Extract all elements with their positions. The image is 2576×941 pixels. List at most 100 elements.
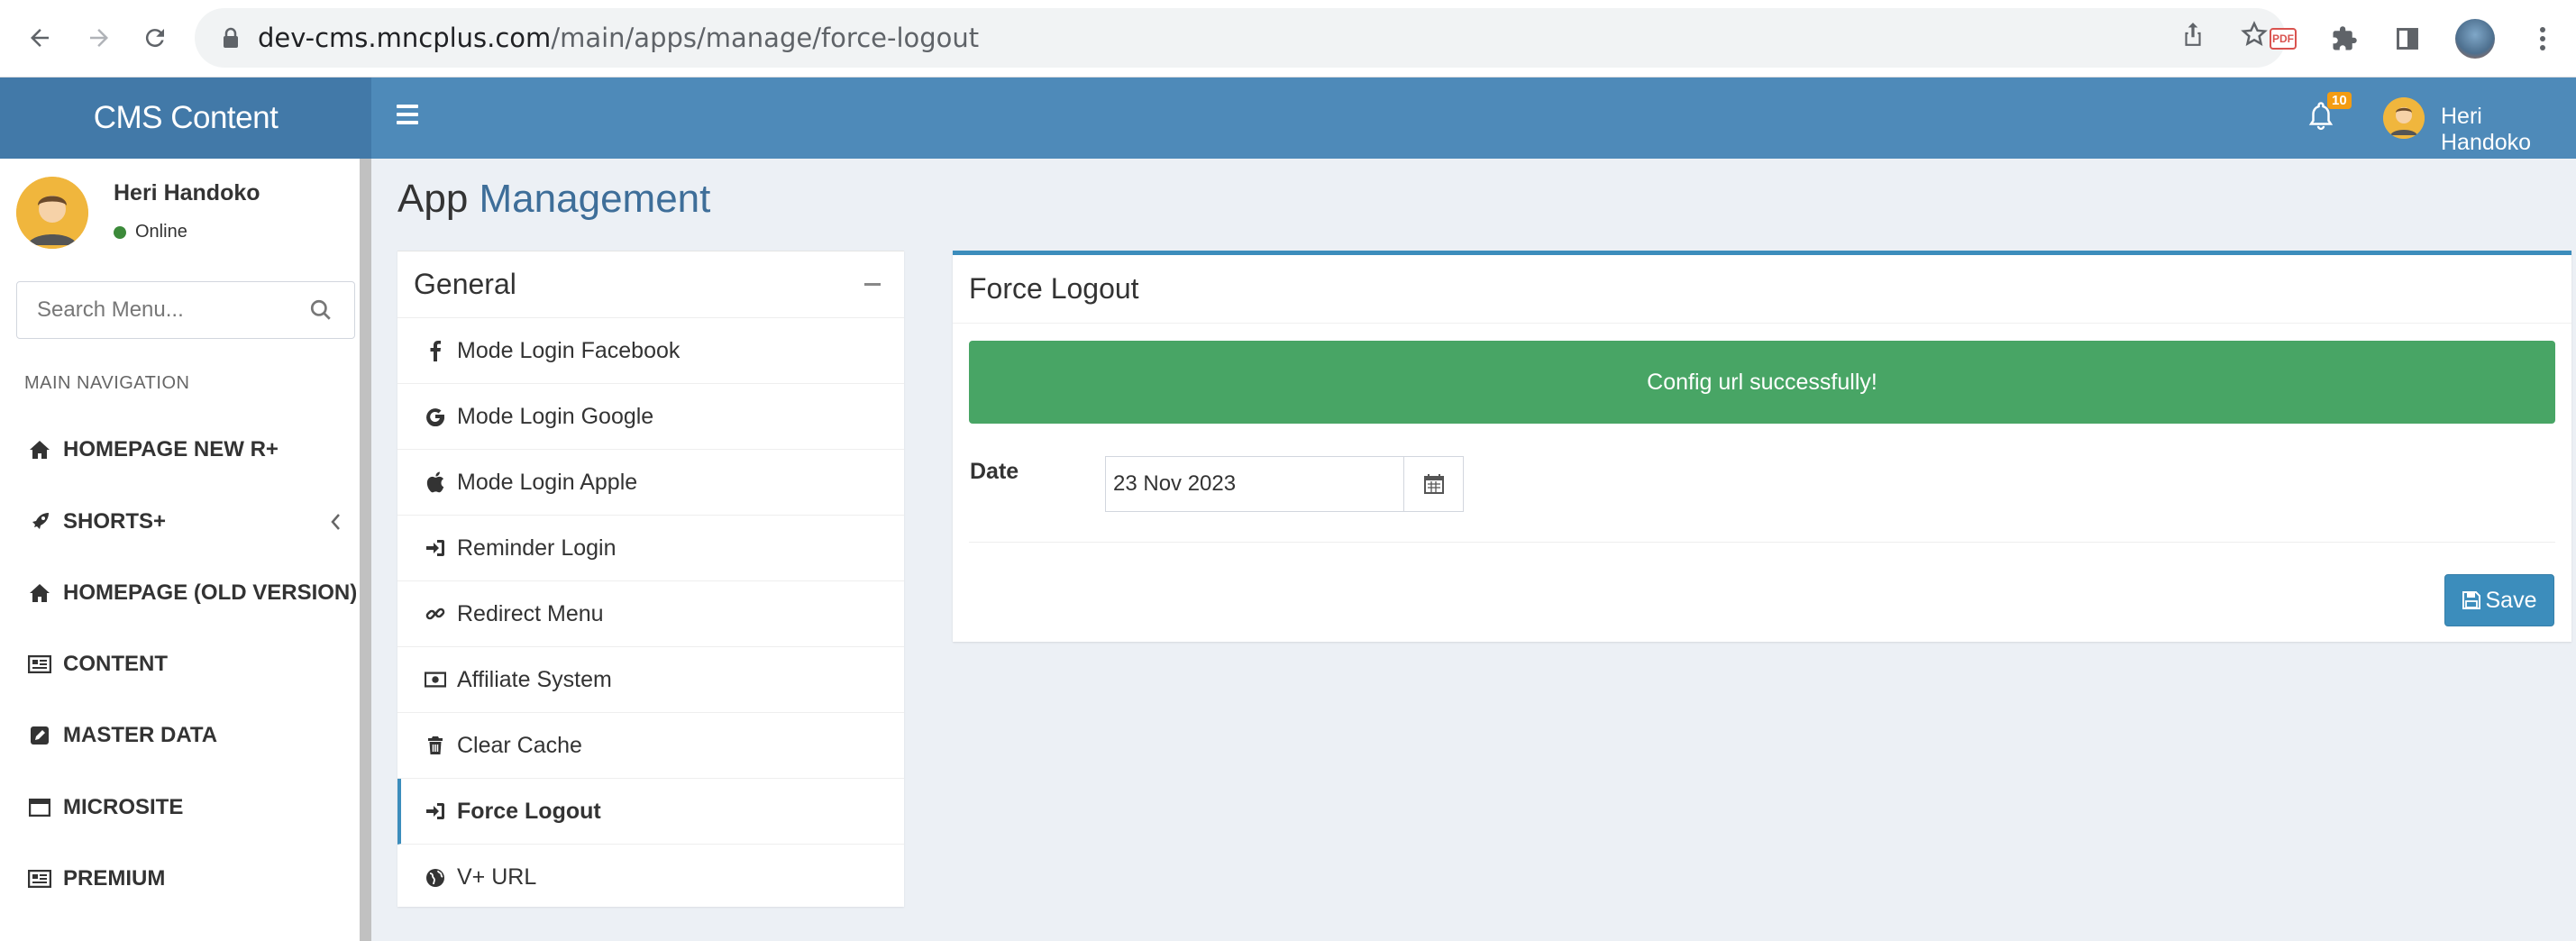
google-icon — [425, 406, 446, 427]
link-icon — [425, 603, 446, 625]
sidebar-scrollbar[interactable] — [360, 159, 371, 941]
money-icon — [425, 669, 446, 690]
reload-button[interactable] — [133, 16, 177, 59]
menu-item-label: Affiliate System — [457, 666, 612, 692]
more-vert-icon[interactable] — [2527, 23, 2558, 54]
notification-badge: 10 — [2327, 92, 2352, 109]
calendar-icon[interactable] — [1403, 457, 1463, 511]
menu-item-mode-login-google[interactable]: Mode Login Google — [397, 384, 904, 450]
menu-toggle-icon[interactable] — [397, 105, 418, 124]
sidebar-item-master-data[interactable]: MASTER DATA — [0, 708, 359, 763]
home-icon — [27, 437, 52, 462]
sidebar: Heri Handoko Online MAIN NAVIGATION HOME… — [0, 159, 371, 941]
forward-button[interactable] — [78, 16, 121, 59]
user-status: Online — [114, 222, 187, 242]
sidebar-item-homepage-new[interactable]: HOMEPAGE NEW R+ — [0, 423, 359, 477]
avatar[interactable] — [2383, 97, 2425, 139]
menu-item-vplus-url[interactable]: V+ URL — [397, 845, 904, 910]
menu-item-affiliate-system[interactable]: Affiliate System — [397, 647, 904, 713]
sidebar-item-label: HOMEPAGE (OLD VERSION) — [63, 580, 358, 605]
force-logout-box: Force Logout Config url successfully! Da… — [953, 251, 2571, 642]
chevron-left-icon — [330, 509, 341, 537]
avatar — [16, 177, 88, 249]
online-status-icon — [114, 225, 126, 239]
rocket-icon — [27, 509, 52, 534]
apple-icon — [425, 471, 446, 493]
newspaper-icon — [27, 652, 52, 677]
edit-icon — [27, 723, 52, 748]
save-label: Save — [2485, 587, 2537, 613]
address-bar[interactable]: dev-cms.mncplus.com/main/apps/manage/for… — [195, 8, 2286, 68]
box-title: Force Logout — [969, 272, 1139, 305]
sidebar-item-label: CONTENT — [63, 652, 168, 676]
browser-toolbar: dev-cms.mncplus.com/main/apps/manage/for… — [0, 0, 2576, 78]
date-input-group — [1105, 456, 1464, 512]
facebook-icon — [425, 340, 446, 361]
window-icon — [27, 795, 52, 820]
lock-icon — [218, 25, 243, 50]
sidebar-item-label: HOMEPAGE NEW R+ — [63, 437, 279, 461]
menu-item-mode-login-apple[interactable]: Mode Login Apple — [397, 450, 904, 516]
menu-item-reminder-login[interactable]: Reminder Login — [397, 516, 904, 581]
floppy-icon — [2462, 591, 2480, 609]
box-title: General — [414, 268, 516, 300]
reload-icon — [145, 29, 164, 48]
search-input[interactable] — [17, 297, 288, 323]
menu-item-mode-login-facebook[interactable]: Mode Login Facebook — [397, 318, 904, 384]
side-panel-icon[interactable] — [2392, 23, 2423, 54]
menu-item-label: Mode Login Facebook — [457, 337, 681, 363]
home-icon — [27, 580, 52, 606]
save-button[interactable]: Save — [2444, 574, 2554, 626]
back-button[interactable] — [18, 16, 61, 59]
menu-item-label: Clear Cache — [457, 732, 582, 758]
sign-in-icon — [425, 537, 446, 559]
menu-item-redirect-menu[interactable]: Redirect Menu — [397, 581, 904, 647]
puzzle-extension-icon[interactable] — [2329, 23, 2360, 54]
menu-item-label: Redirect Menu — [457, 600, 604, 626]
url-text: dev-cms.mncplus.com/main/apps/manage/for… — [258, 23, 980, 53]
sidebar-user-name: Heri Handoko — [114, 180, 260, 206]
divider — [969, 542, 2555, 543]
collapse-minus-icon[interactable] — [864, 283, 881, 286]
status-text: Online — [135, 222, 187, 242]
sign-out-icon — [425, 800, 446, 822]
success-alert: Config url successfully! — [969, 341, 2555, 424]
sidebar-item-label: MICROSITE — [63, 795, 184, 819]
menu-item-label: Force Logout — [457, 798, 601, 824]
sidebar-item-premium[interactable]: PREMIUM — [0, 852, 359, 906]
page-subtitle: Management — [479, 177, 711, 221]
menu-item-force-logout[interactable]: Force Logout — [397, 779, 904, 845]
arrow-left-icon — [31, 29, 49, 47]
sidebar-item-label: SHORTS+ — [63, 509, 167, 534]
bookmark-star-icon[interactable] — [2241, 21, 2268, 55]
menu-item-clear-cache[interactable]: Clear Cache — [397, 713, 904, 779]
sidebar-item-shorts[interactable]: SHORTS+ — [0, 495, 359, 549]
newspaper-icon — [27, 866, 52, 891]
sidebar-item-label: PREMIUM — [63, 866, 166, 891]
globe-icon — [425, 867, 446, 889]
box-header: Force Logout — [953, 255, 2571, 324]
pdf-extension-icon[interactable]: PDF — [2270, 28, 2297, 50]
sidebar-item-label: MASTER DATA — [63, 723, 218, 747]
general-settings-box: General Mode Login Facebook Mode Login G… — [397, 251, 904, 907]
search-icon[interactable] — [309, 298, 334, 324]
date-label: Date — [970, 459, 1019, 484]
sidebar-item-content[interactable]: CONTENT — [0, 637, 359, 691]
trash-icon — [425, 735, 446, 756]
box-header: General — [397, 251, 904, 318]
share-icon[interactable] — [2181, 21, 2205, 55]
search-menu-box — [16, 281, 355, 339]
menu-item-label: Reminder Login — [457, 534, 617, 561]
sidebar-item-microsite[interactable]: MICROSITE — [0, 781, 359, 835]
arrow-right-icon — [90, 29, 108, 47]
sidebar-item-homepage-old[interactable]: HOMEPAGE (OLD VERSION) — [0, 566, 359, 620]
app-header: CMS Content 10 Heri Handoko — [0, 78, 2576, 159]
page-title: App Management — [397, 177, 711, 221]
date-field[interactable] — [1106, 457, 1403, 511]
app-logo[interactable]: CMS Content — [0, 78, 371, 159]
menu-item-label: Mode Login Apple — [457, 469, 638, 495]
nav-header: MAIN NAVIGATION — [24, 373, 190, 393]
header-user-name[interactable]: Heri Handoko — [2441, 104, 2576, 156]
menu-item-label: V+ URL — [457, 864, 537, 890]
browser-profile-avatar[interactable] — [2455, 19, 2495, 59]
